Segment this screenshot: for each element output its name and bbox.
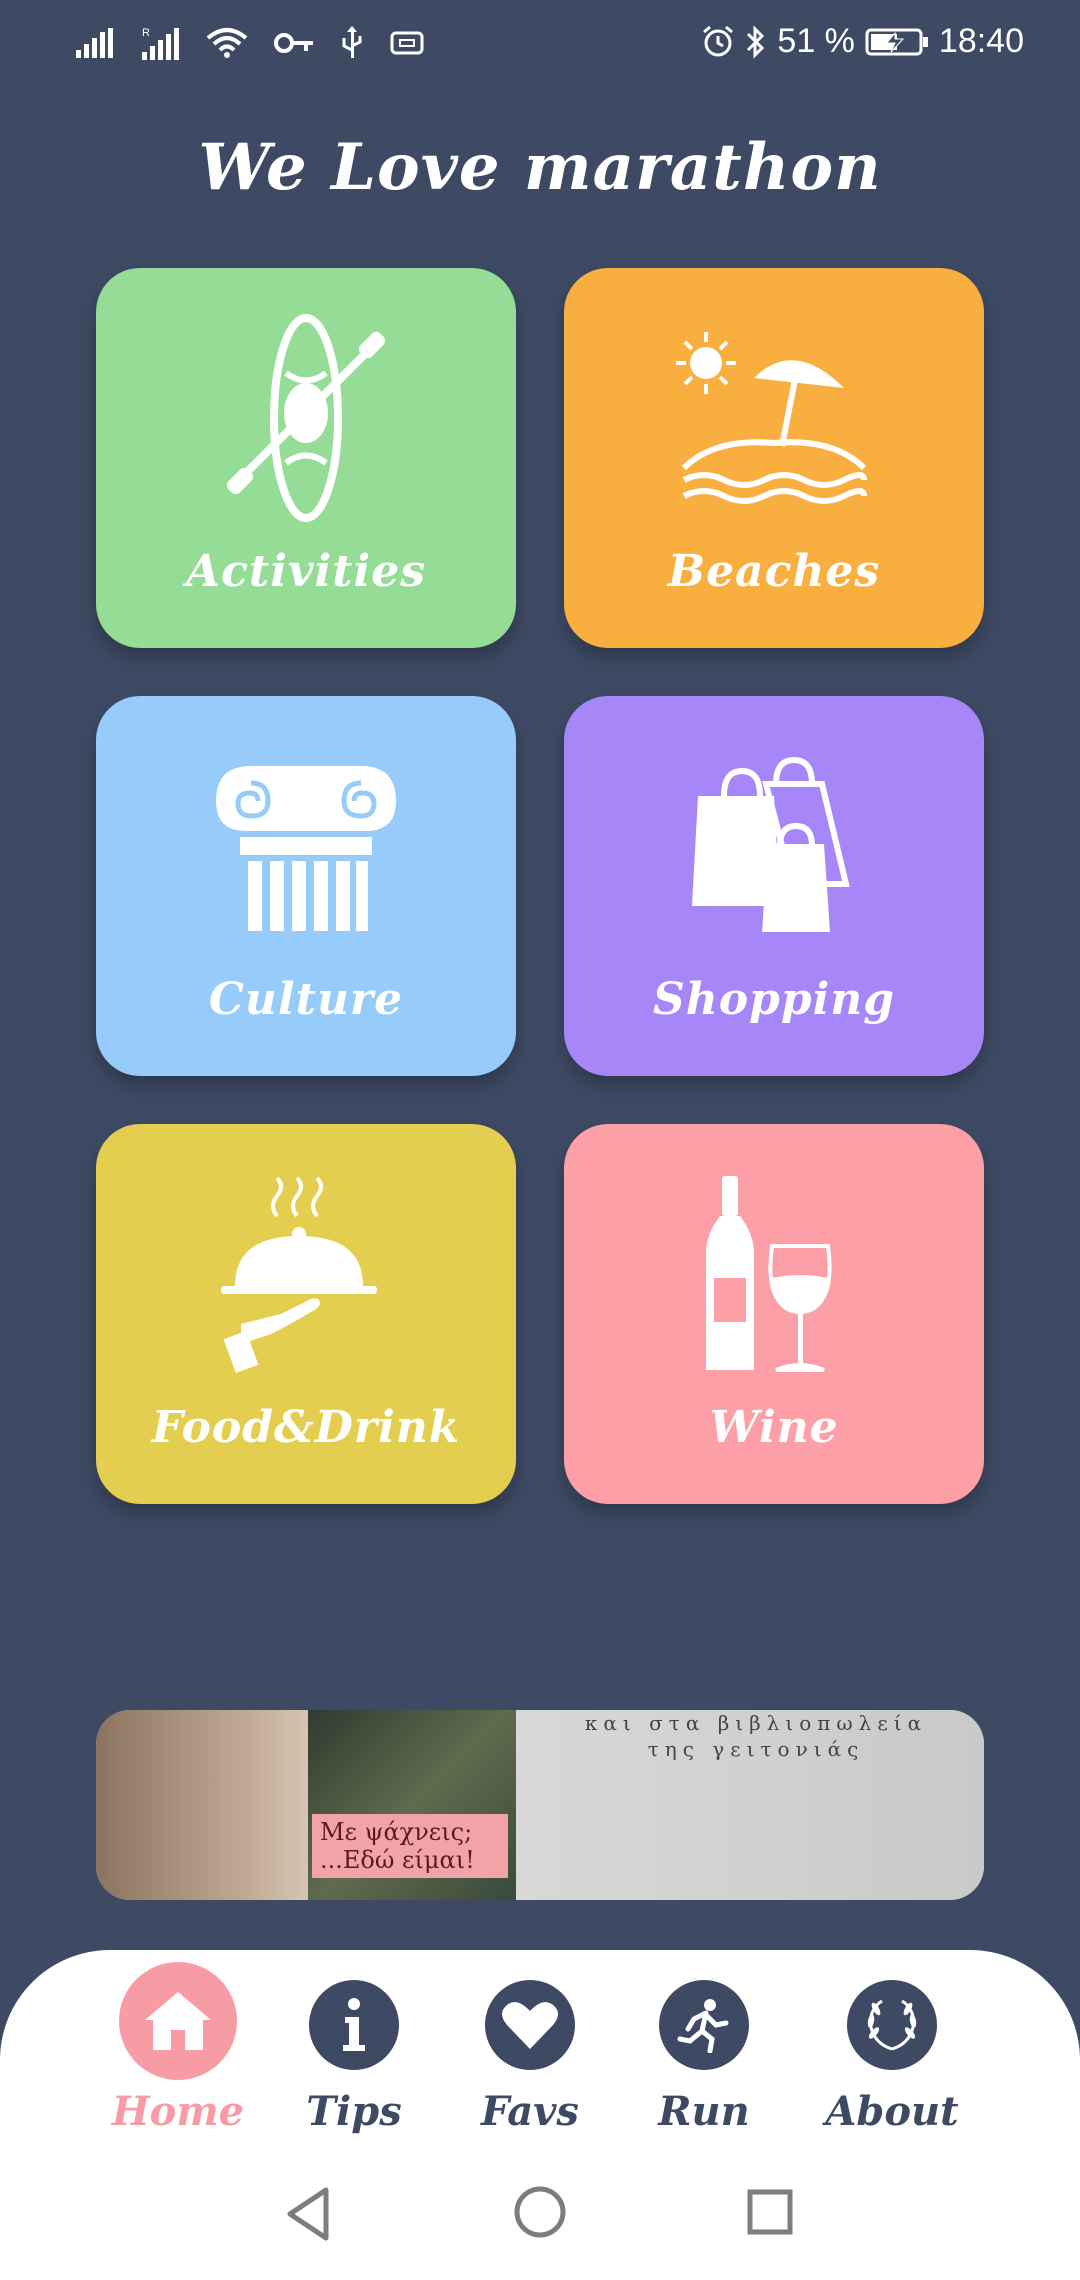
- system-nav-bar: [0, 2170, 1080, 2260]
- home-circle-icon[interactable]: [514, 2186, 566, 2238]
- alarm-icon: [703, 25, 734, 56]
- battery-charging-icon: [865, 28, 928, 55]
- tile-culture[interactable]: Culture: [96, 696, 516, 1076]
- kayak-icon: [226, 314, 386, 522]
- status-right-icons: 51 % 18:40: [701, 22, 1024, 61]
- nav-about[interactable]: About: [802, 1970, 982, 2140]
- nav-label: Home: [111, 2088, 245, 2135]
- page-title: We Love marathon: [198, 130, 882, 205]
- tile-shopping[interactable]: Shopping: [564, 696, 984, 1076]
- promo-banner[interactable]: Με ψάχνεις; ...Εδώ είμαι! και στα βιβλιο…: [96, 1710, 984, 1900]
- heart-icon: [502, 2002, 558, 2049]
- wifi-icon: [206, 28, 248, 58]
- tile-food-drink[interactable]: Food&Drink: [96, 1124, 516, 1504]
- beach-umbrella-icon: [676, 332, 867, 504]
- banner-book-tag: Με ψάχνεις; ...Εδώ είμαι!: [312, 1814, 508, 1878]
- banner-text-line2: της γειτονιάς: [647, 1737, 865, 1761]
- banner-book-tag-line1: Με ψάχνεις;: [320, 1818, 473, 1846]
- info-icon: [343, 1998, 365, 2051]
- tile-label: Shopping: [652, 974, 896, 1025]
- nav-label: Favs: [481, 2088, 579, 2135]
- clock: 18:40: [938, 22, 1024, 60]
- tile-activities[interactable]: Activities: [96, 268, 516, 648]
- nav-run[interactable]: Run: [614, 1970, 794, 2140]
- status-bar: R 51 % 18:40: [0, 0, 1080, 92]
- shopping-bags-icon: [692, 756, 850, 932]
- tile-label: Culture: [208, 974, 404, 1025]
- tile-label: Wine: [709, 1402, 839, 1453]
- banner-text-line1: και στα βιβλιοπωλεία: [584, 1711, 928, 1735]
- banner-flowers-image: [96, 1710, 316, 1900]
- tile-label: Activities: [185, 546, 427, 597]
- laurel-wreath-icon: [867, 1999, 917, 2051]
- wine-bottle-glass-icon: [706, 1176, 832, 1372]
- battery-percent: 51 %: [777, 22, 855, 60]
- home-icon: [145, 1992, 211, 2050]
- signal-roaming-icon: R: [142, 27, 179, 60]
- banner-text: και στα βιβλιοπωλεία της γειτονιάς: [536, 1710, 976, 1762]
- nav-label: About: [825, 2088, 959, 2135]
- nfc-icon: [390, 31, 424, 55]
- nav-tips[interactable]: Tips: [264, 1970, 444, 2140]
- tile-beaches[interactable]: Beaches: [564, 268, 984, 648]
- usb-icon: [342, 26, 362, 58]
- ionic-column-icon: [216, 766, 396, 931]
- bluetooth-icon: [747, 24, 765, 59]
- tile-label: Food&Drink: [151, 1402, 461, 1453]
- nav-home[interactable]: Home: [88, 1962, 268, 2140]
- back-icon[interactable]: [284, 2186, 332, 2242]
- banner-book-tag-line2: ...Εδώ είμαι!: [320, 1846, 475, 1874]
- signal-icon: [76, 28, 113, 58]
- cloche-icon: [221, 1176, 377, 1374]
- runner-icon: [677, 1999, 729, 2053]
- nav-label: Tips: [306, 2088, 402, 2135]
- vpn-key-icon: [274, 33, 313, 53]
- recents-icon[interactable]: [746, 2188, 794, 2236]
- nav-label: Run: [658, 2088, 750, 2135]
- tile-label: Beaches: [667, 546, 881, 597]
- tile-wine[interactable]: Wine: [564, 1124, 984, 1504]
- status-left-icons: R: [76, 26, 424, 60]
- nav-favs[interactable]: Favs: [440, 1970, 620, 2140]
- svg-text:R: R: [142, 27, 150, 39]
